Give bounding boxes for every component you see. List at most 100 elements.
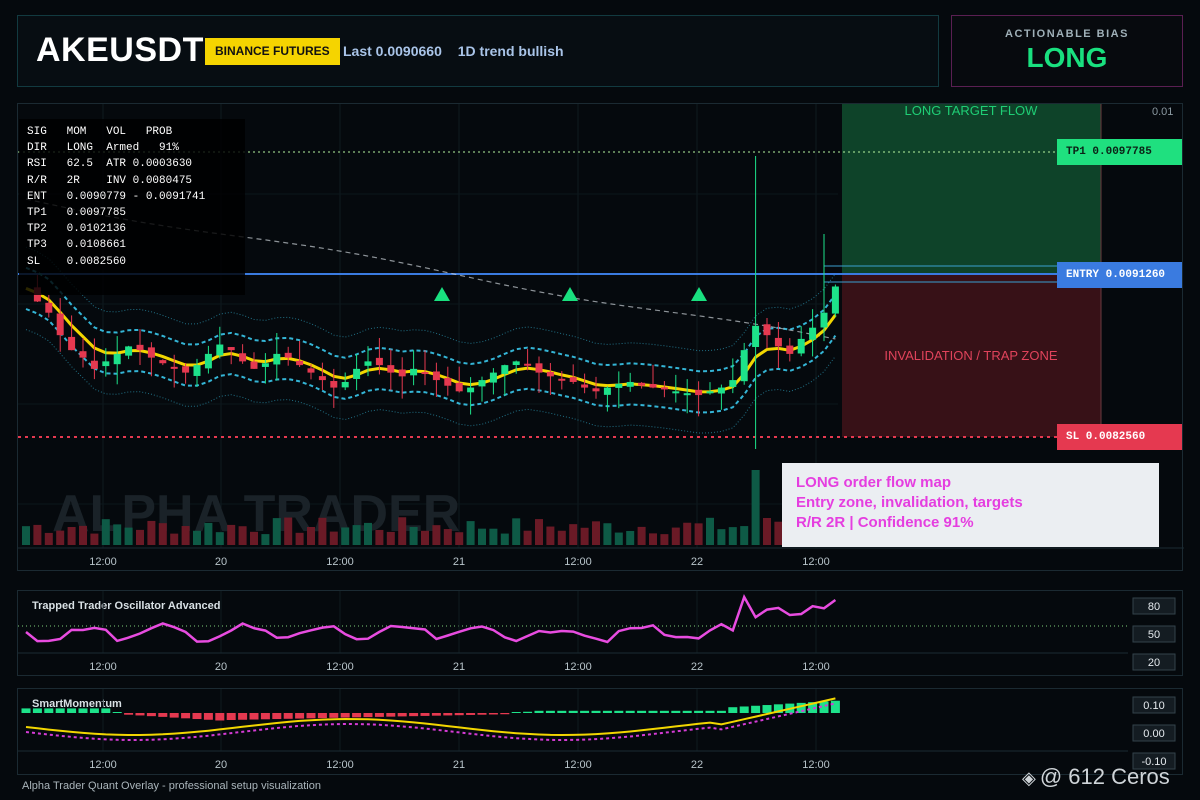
volume-bar [443, 529, 452, 545]
candle-body [284, 352, 292, 358]
volume-bar [90, 533, 99, 545]
mom-tick-top: 0.10 [1143, 700, 1164, 712]
candle-body [581, 384, 589, 388]
volume-bar [660, 534, 669, 545]
candle-body [45, 302, 53, 313]
momentum-bar [329, 713, 339, 718]
last-price: Last 0.0090660 [343, 43, 442, 59]
volume-bar [22, 526, 30, 545]
volume-bar [740, 526, 749, 545]
candle-body [136, 344, 144, 351]
volume-bar [204, 522, 213, 545]
volume-bar [56, 530, 65, 545]
candle-body [204, 353, 212, 369]
momentum-bar [477, 713, 487, 715]
lower-band-outer [25, 329, 836, 434]
volume-bar [124, 527, 133, 545]
volume-bar [341, 527, 350, 545]
candle-body [615, 383, 623, 388]
volume-bar [238, 526, 247, 545]
momentum-bar [523, 711, 533, 713]
momentum-panel[interactable]: SmartMomentum 12:00 20 12:00 21 12:00 22 12:00… [17, 688, 1183, 775]
oscillator-panel[interactable]: Trapped Trader Oscillator Advanced 12:00… [17, 590, 1183, 676]
volume-bar [523, 530, 532, 545]
momentum-bar [55, 708, 65, 713]
candle-body [113, 353, 121, 365]
osc-tick-50: 50 [1148, 629, 1160, 641]
callout-box: LONG order flow map Entry zone, invalida… [782, 463, 1159, 547]
momentum-bar [374, 713, 384, 717]
volume-bar [272, 518, 281, 545]
volume-bar [763, 517, 771, 545]
volume-bar [728, 527, 737, 545]
volume-bar [398, 517, 407, 545]
stats-box: SIG MOM VOL PROB DIR LONG Armed 91% RSI … [19, 119, 245, 295]
candle-body [250, 361, 258, 369]
momentum-bar [249, 713, 259, 720]
momentum-bar [739, 706, 749, 713]
time-axis-momentum: 12:00 20 12:00 21 12:00 22 12:00 [18, 750, 1128, 771]
momentum-bar [545, 710, 555, 713]
stats-line: DIR LONG Armed 91% [27, 142, 179, 155]
volume-bar [637, 526, 646, 545]
candle-body [831, 286, 839, 314]
time-label: 20 [215, 661, 227, 673]
symbol-title: AKEUSDT [36, 31, 204, 69]
momentum-bar [637, 710, 647, 713]
candle-body [638, 382, 646, 386]
candle-body [603, 387, 611, 395]
momentum-bar [124, 713, 134, 715]
candle-body [809, 327, 817, 340]
volume-bar [409, 526, 418, 545]
momentum-chart[interactable]: SmartMomentum 12:00 20 12:00 21 12:00 22 12:00… [18, 689, 1184, 776]
momentum-bar [728, 707, 738, 713]
volume-bar [478, 528, 486, 545]
time-label: 12:00 [564, 759, 592, 771]
oscillator-chart[interactable]: Trapped Trader Oscillator Advanced 12:00… [18, 591, 1184, 677]
candle-body [364, 361, 372, 366]
volume-bar [580, 527, 589, 545]
volume-bar [295, 532, 304, 545]
volume-bar [592, 521, 600, 545]
candle-body [159, 360, 167, 364]
sl-tag: SL 0.0082560 [1057, 424, 1182, 450]
candle-body [56, 313, 64, 336]
volume-bar [706, 517, 714, 545]
momentum-bar [78, 708, 88, 713]
time-label: 12:00 [564, 556, 592, 568]
candle-body [398, 369, 406, 377]
volume-bar [717, 529, 726, 545]
candle-body [717, 387, 725, 394]
momentum-bar [580, 710, 590, 713]
tp1-tag: TP1 0.0097785 [1057, 139, 1182, 165]
momentum-bar [716, 710, 726, 713]
time-label: 21 [453, 661, 465, 673]
momentum-bar [397, 713, 407, 717]
momentum-bar [466, 713, 476, 715]
candle-body [330, 381, 338, 388]
candle-body [353, 368, 361, 379]
candle-body [820, 312, 828, 328]
momentum-bar [659, 710, 669, 713]
candle-body [318, 376, 326, 381]
candle-body [421, 372, 429, 375]
candle-body [797, 338, 805, 354]
volume-bar [535, 519, 543, 545]
volume-bar [250, 531, 258, 545]
time-label: 21 [453, 759, 465, 771]
momentum-bar [192, 713, 202, 720]
momentum-bar [614, 710, 624, 713]
time-label: 22 [691, 661, 703, 673]
momentum-bar [671, 710, 681, 713]
momentum-bar [762, 705, 772, 713]
momentum-bar [568, 710, 578, 713]
buy-signal-icon [691, 287, 707, 301]
momentum-bar [135, 713, 145, 716]
candle-body [740, 350, 748, 382]
volume-bar [147, 520, 156, 545]
momentum-bar [272, 713, 282, 720]
volume-bar [170, 533, 179, 545]
callout-line: Entry zone, invalidation, targets [796, 494, 1023, 511]
candle-body [729, 380, 737, 387]
momentum-bar [682, 710, 692, 713]
